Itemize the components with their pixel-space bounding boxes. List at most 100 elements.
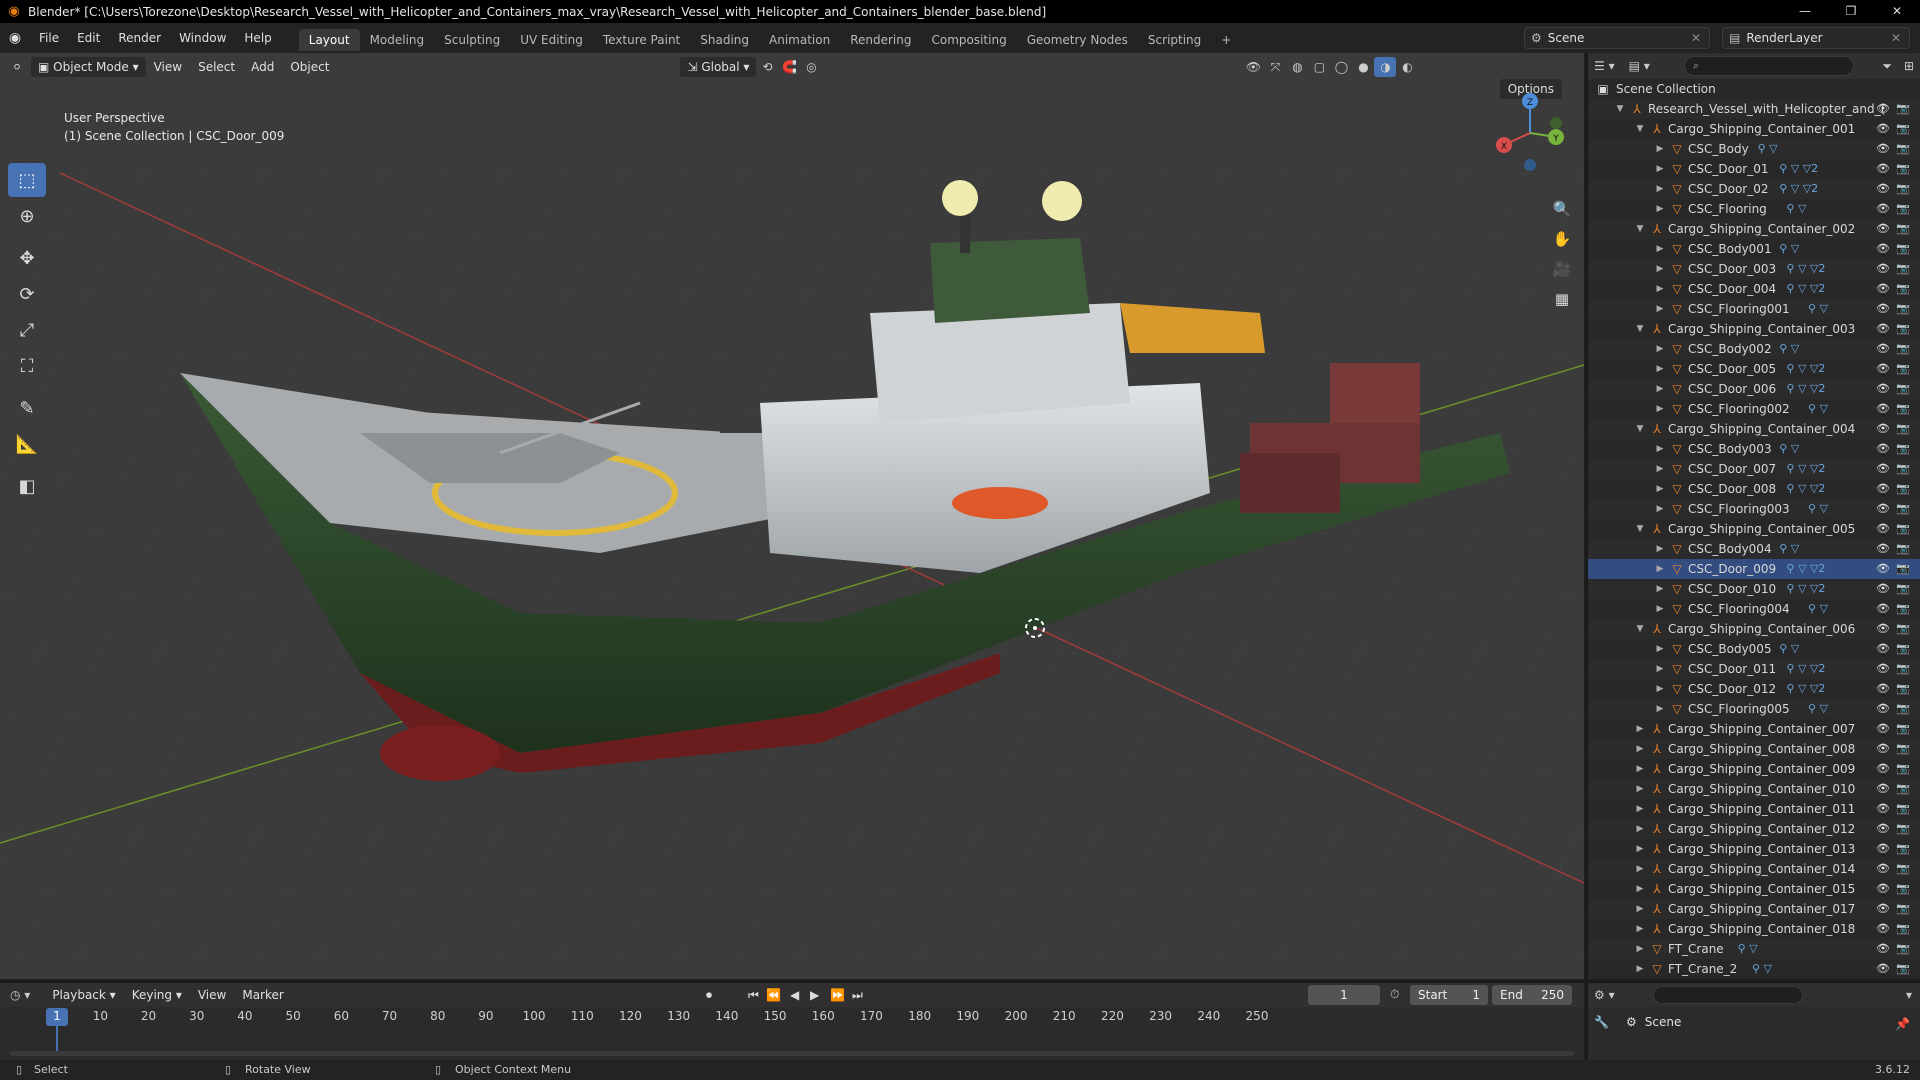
- render-camera-icon[interactable]: 📷: [1896, 959, 1910, 979]
- mesh-object-icon[interactable]: ▽: [1670, 399, 1684, 419]
- display-mode-icon[interactable]: ▤ ▾: [1629, 59, 1650, 73]
- jump-start-icon[interactable]: ⏮: [748, 988, 759, 1003]
- tab-modeling[interactable]: Modeling: [360, 29, 435, 51]
- expand-arrow-icon[interactable]: ▶: [1634, 879, 1646, 899]
- visibility-eye-icon[interactable]: 👁: [1876, 439, 1890, 459]
- expand-arrow-icon[interactable]: ▶: [1654, 299, 1666, 319]
- render-camera-icon[interactable]: 📷: [1896, 319, 1910, 339]
- render-camera-icon[interactable]: 📷: [1896, 259, 1910, 279]
- mesh-object-icon[interactable]: ▽: [1650, 939, 1664, 959]
- outliner-row[interactable]: ▶ ▽ CSC_Flooring002 ⚲ ▽ 👁 📷: [1588, 399, 1920, 419]
- properties-menu-icon[interactable]: ▾: [1906, 988, 1912, 1002]
- viewport-menu-view[interactable]: View: [146, 57, 190, 77]
- play-reverse-icon[interactable]: ◀: [790, 988, 799, 1002]
- modifier-icons[interactable]: ⚲ ▽: [1758, 139, 1778, 159]
- visibility-eye-icon[interactable]: 👁: [1876, 699, 1890, 719]
- expand-arrow-icon[interactable]: ▶: [1634, 759, 1646, 779]
- render-camera-icon[interactable]: 📷: [1896, 479, 1910, 499]
- visibility-eye-icon[interactable]: 👁: [1876, 99, 1890, 119]
- select-box-tool-icon[interactable]: ⬚: [8, 163, 46, 197]
- empty-object-icon[interactable]: ⅄: [1650, 859, 1664, 879]
- mesh-object-icon[interactable]: ▽: [1670, 499, 1684, 519]
- tool-properties-icon[interactable]: 🔧: [1594, 1015, 1609, 1029]
- expand-arrow-icon[interactable]: ▶: [1634, 859, 1646, 879]
- visibility-eye-icon[interactable]: 👁: [1876, 239, 1890, 259]
- outliner-row[interactable]: ▼ ⅄ Cargo_Shipping_Container_001 👁 📷: [1588, 119, 1920, 139]
- render-camera-icon[interactable]: 📷: [1896, 499, 1910, 519]
- render-camera-icon[interactable]: 📷: [1896, 219, 1910, 239]
- modifier-icons[interactable]: ⚲ ▽: [1808, 599, 1828, 619]
- visibility-eye-icon[interactable]: 👁: [1876, 319, 1890, 339]
- measure-tool-icon[interactable]: 📐: [8, 427, 46, 461]
- expand-arrow-icon[interactable]: ▶: [1634, 719, 1646, 739]
- render-camera-icon[interactable]: 📷: [1896, 719, 1910, 739]
- visibility-eye-icon[interactable]: 👁: [1876, 139, 1890, 159]
- modifier-icons[interactable]: ⚲ ▽: [1779, 239, 1799, 259]
- outliner-row[interactable]: ▼ ⅄ Cargo_Shipping_Container_004 👁 📷: [1588, 419, 1920, 439]
- properties-editor-icon[interactable]: ⚙ ▾: [1594, 988, 1615, 1002]
- visibility-eye-icon[interactable]: 👁: [1876, 859, 1890, 879]
- mesh-object-icon[interactable]: ▽: [1670, 599, 1684, 619]
- collapse-arrow-icon[interactable]: ▼: [1634, 419, 1646, 439]
- mesh-object-icon[interactable]: ▽: [1670, 579, 1684, 599]
- expand-arrow-icon[interactable]: ▶: [1654, 499, 1666, 519]
- modifier-icons[interactable]: ⚲ ▽ ▽2: [1786, 459, 1825, 479]
- empty-object-icon[interactable]: ⅄: [1650, 739, 1664, 759]
- frame-ruler[interactable]: 1 10 20 30 40 50 60 70 80 90 100 110 120 130 140 150 160…: [10, 1009, 1570, 1027]
- empty-object-icon[interactable]: ⅄: [1650, 719, 1664, 739]
- render-camera-icon[interactable]: 📷: [1896, 539, 1910, 559]
- empty-object-icon[interactable]: ⅄: [1650, 119, 1664, 139]
- render-camera-icon[interactable]: 📷: [1896, 679, 1910, 699]
- modifier-icons[interactable]: ⚲ ▽: [1738, 939, 1758, 959]
- empty-object-icon[interactable]: ⅄: [1650, 799, 1664, 819]
- collapse-arrow-icon[interactable]: ▼: [1634, 119, 1646, 139]
- outliner-row[interactable]: ▶ ⅄ Cargo_Shipping_Container_015 👁 📷: [1588, 879, 1920, 899]
- mesh-object-icon[interactable]: ▽: [1670, 279, 1684, 299]
- visibility-eye-icon[interactable]: 👁: [1876, 459, 1890, 479]
- empty-object-icon[interactable]: ⅄: [1650, 779, 1664, 799]
- mesh-object-icon[interactable]: ▽: [1670, 339, 1684, 359]
- outliner-row[interactable]: ▶ ▽ CSC_Body003 ⚲ ▽ 👁 📷: [1588, 439, 1920, 459]
- outliner-editor-type-icon[interactable]: ☰ ▾: [1594, 59, 1615, 73]
- tab-layout[interactable]: Layout: [298, 29, 360, 51]
- empty-object-icon[interactable]: ⅄: [1650, 919, 1664, 939]
- render-camera-icon[interactable]: 📷: [1896, 419, 1910, 439]
- outliner-row[interactable]: ▼ ⅄ Cargo_Shipping_Container_006 👁 📷: [1588, 619, 1920, 639]
- rendered-shading-icon[interactable]: ◐: [1396, 57, 1418, 77]
- outliner-row[interactable]: ▶ ▽ CSC_Door_010 ⚲ ▽ ▽2 👁 📷: [1588, 579, 1920, 599]
- render-camera-icon[interactable]: 📷: [1896, 739, 1910, 759]
- transform-tool-icon[interactable]: ⛶: [8, 349, 46, 383]
- render-camera-icon[interactable]: 📷: [1896, 239, 1910, 259]
- scene-selector[interactable]: ⚙ Scene ✕: [1524, 27, 1710, 49]
- minimize-button[interactable]: —: [1782, 0, 1828, 23]
- visibility-eye-icon[interactable]: 👁: [1876, 939, 1890, 959]
- empty-object-icon[interactable]: ⅄: [1650, 619, 1664, 639]
- viewport-menu-object[interactable]: Object: [282, 57, 337, 77]
- empty-object-icon[interactable]: ⅄: [1650, 419, 1664, 439]
- expand-arrow-icon[interactable]: ▶: [1654, 139, 1666, 159]
- outliner-row[interactable]: ▶ ⅄ Cargo_Shipping_Container_011 👁 📷: [1588, 799, 1920, 819]
- outliner-search-input[interactable]: ⌕: [1684, 56, 1854, 76]
- timeline-menu-keying[interactable]: Keying ▾: [124, 985, 190, 1005]
- expand-arrow-icon[interactable]: ▶: [1654, 659, 1666, 679]
- render-camera-icon[interactable]: 📷: [1896, 379, 1910, 399]
- outliner-row[interactable]: ▶ ▽ CSC_Body004 ⚲ ▽ 👁 📷: [1588, 539, 1920, 559]
- expand-arrow-icon[interactable]: ▶: [1634, 839, 1646, 859]
- tab-geometry-nodes[interactable]: Geometry Nodes: [1017, 29, 1138, 51]
- mesh-object-icon[interactable]: ▽: [1670, 139, 1684, 159]
- collapse-arrow-icon[interactable]: ▼: [1634, 319, 1646, 339]
- modifier-icons[interactable]: ⚲ ▽ ▽2: [1779, 159, 1818, 179]
- move-tool-icon[interactable]: ✥: [8, 241, 46, 275]
- render-camera-icon[interactable]: 📷: [1896, 99, 1910, 119]
- visibility-eye-icon[interactable]: 👁: [1876, 119, 1890, 139]
- visibility-eye-icon[interactable]: 👁: [1876, 799, 1890, 819]
- outliner-row[interactable]: ▶ ⅄ Cargo_Shipping_Container_014 👁 📷: [1588, 859, 1920, 879]
- visibility-eye-icon[interactable]: 👁: [1876, 759, 1890, 779]
- mesh-object-icon[interactable]: ▽: [1670, 439, 1684, 459]
- preview-range-icon[interactable]: ⏱: [1390, 987, 1399, 1002]
- render-camera-icon[interactable]: 📷: [1896, 899, 1910, 919]
- render-camera-icon[interactable]: 📷: [1896, 179, 1910, 199]
- timeline-menu-marker[interactable]: Marker: [234, 985, 291, 1005]
- annotate-tool-icon[interactable]: ✎: [8, 391, 46, 425]
- visibility-eye-icon[interactable]: 👁: [1876, 159, 1890, 179]
